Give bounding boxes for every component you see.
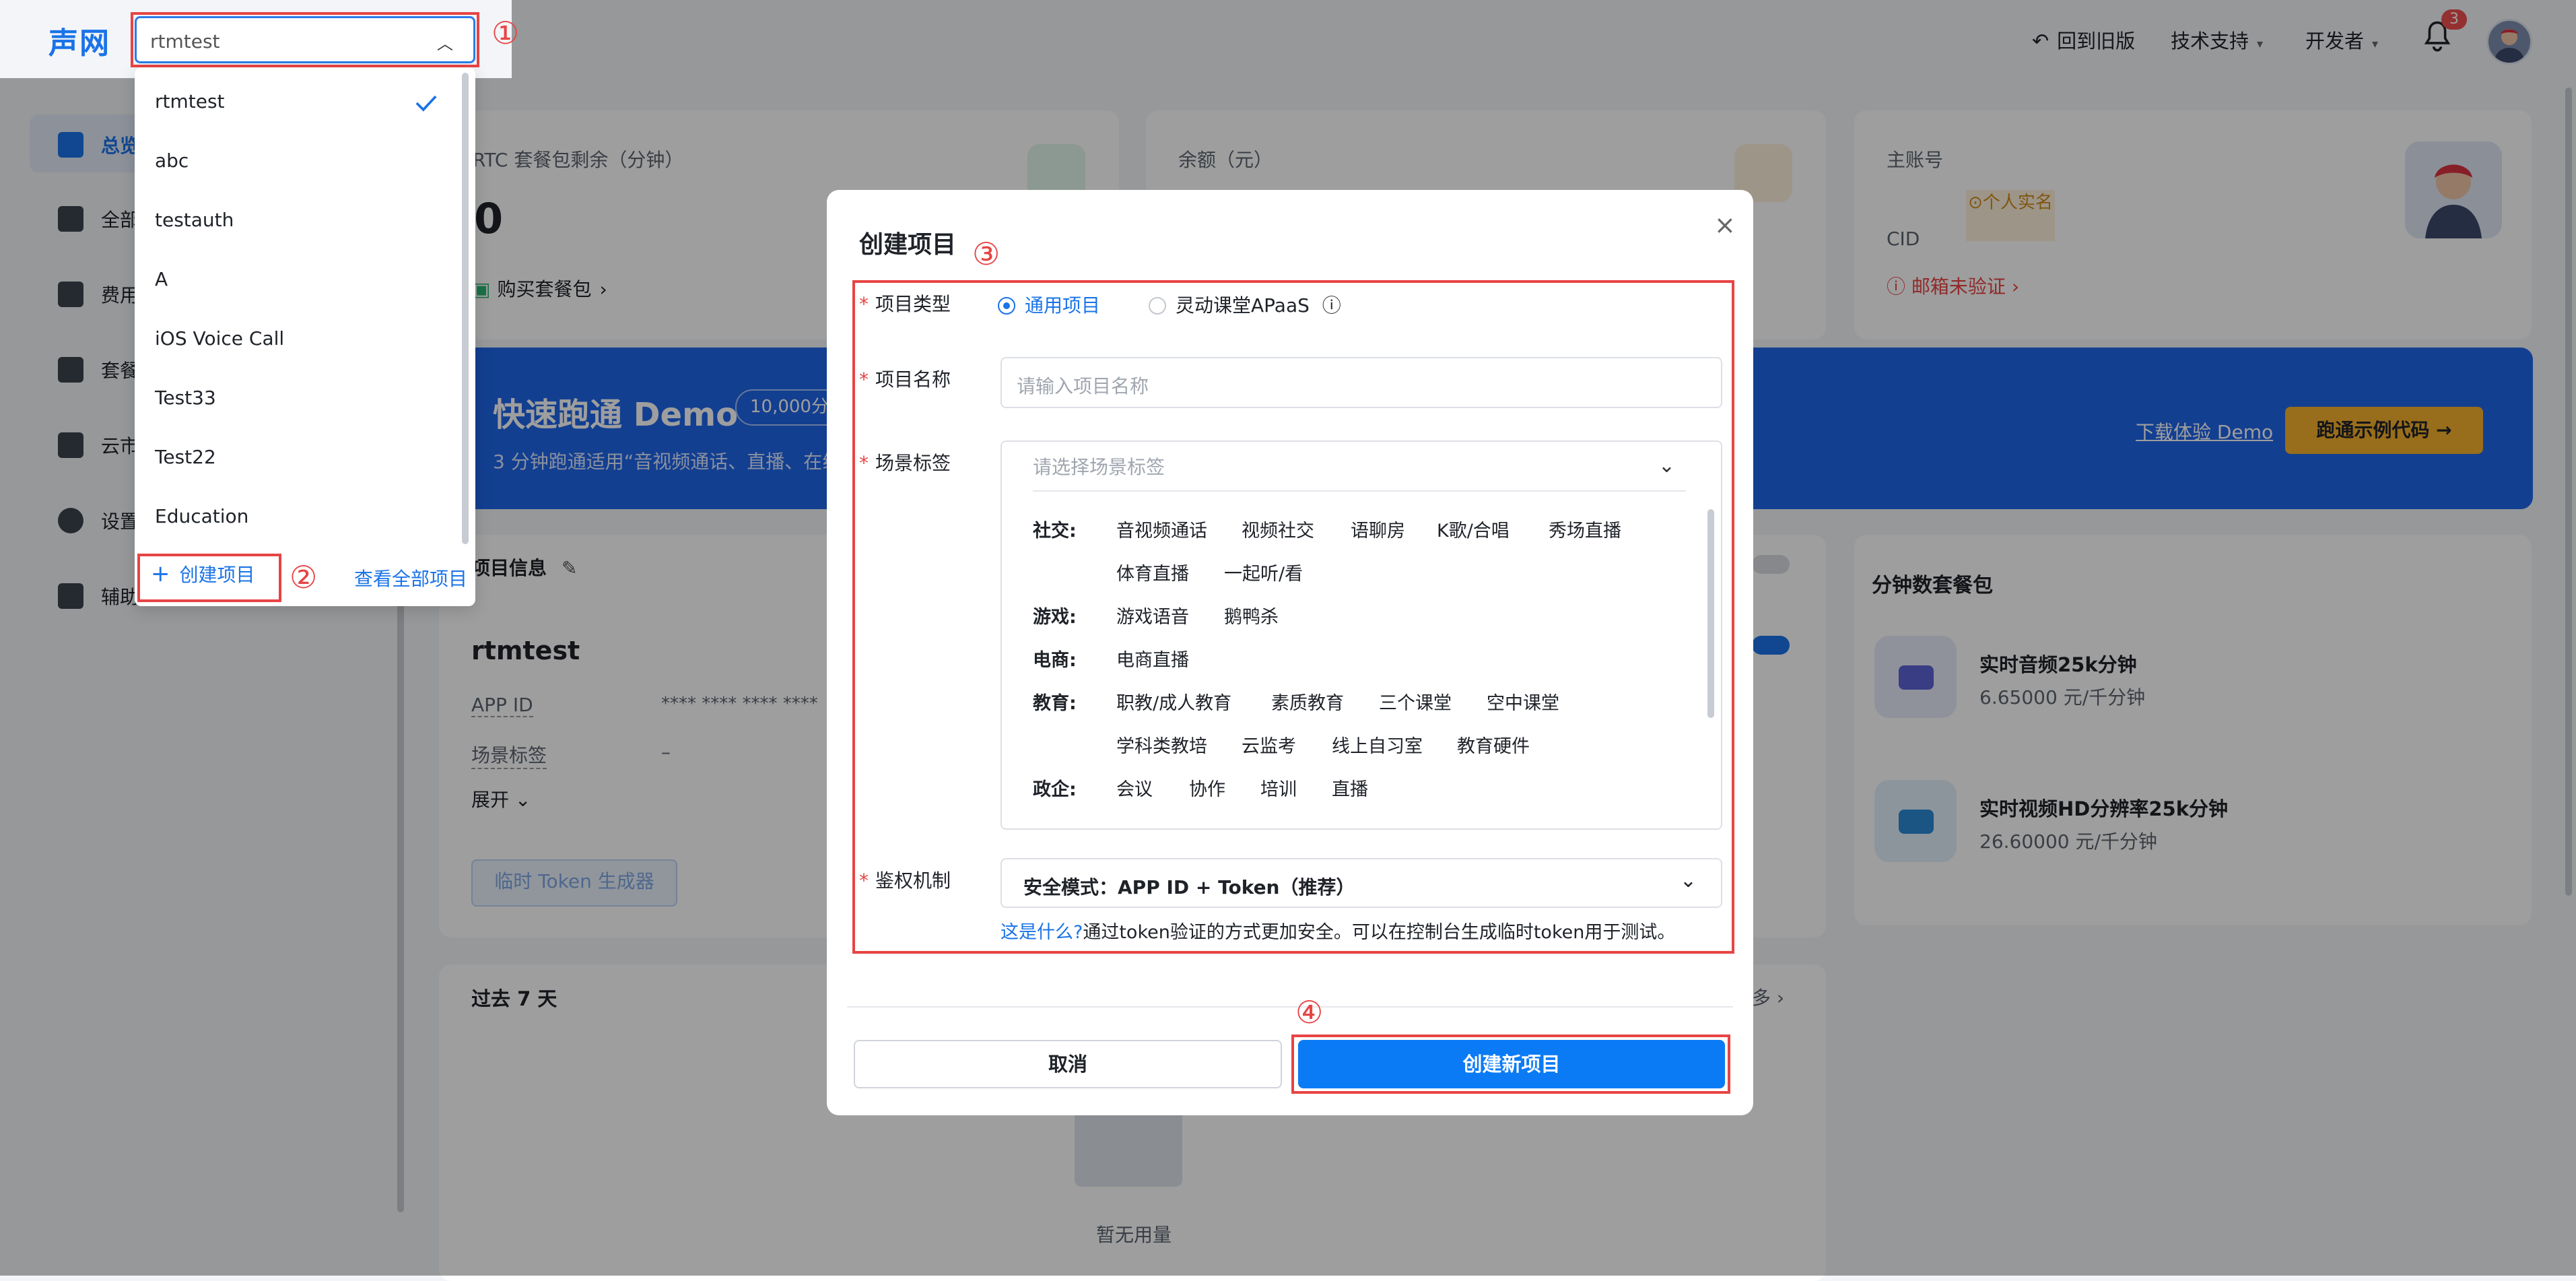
create-project-modal: 创建项目 ③ × * 项目类型 通用项目 灵动课堂APaaS ⓘ * 项目名称 请输… [827, 190, 1753, 1115]
scene-tag-input[interactable]: 请选择场景标签 ⌄ [1033, 453, 1686, 492]
dropdown-item[interactable]: Education [155, 505, 248, 527]
auth-help: 这是什么?通过token验证的方式更加安全。可以在控制台生成临时token用于测… [1001, 917, 1675, 944]
scene-tag[interactable]: 游戏语音 [1116, 602, 1189, 628]
radio-general-project[interactable]: 通用项目 [998, 291, 1100, 318]
auth-label: * 鉴权机制 [859, 869, 951, 892]
scene-tag[interactable]: 一起听/看 [1224, 559, 1303, 585]
tag-category: 电商: [1033, 650, 1077, 671]
tag-category: 社交: [1033, 521, 1077, 541]
view-all-projects-link[interactable]: 查看全部项目 [354, 564, 467, 591]
scene-tag[interactable]: 语聊房 [1351, 516, 1405, 542]
annotation-number-3: ③ [972, 236, 1001, 272]
scene-tag[interactable]: 教育硬件 [1457, 731, 1530, 758]
dropdown-item[interactable]: A [155, 268, 168, 290]
scene-tag[interactable]: 云监考 [1242, 731, 1296, 758]
checkmark-icon [415, 95, 437, 112]
scene-tag-select: 请选择场景标签 ⌄ 社交: 音视频通话 视频社交 语聊房 K歌/合唱 秀场直播 … [1001, 440, 1722, 830]
scene-tag[interactable]: K歌/合唱 [1437, 516, 1510, 542]
scene-tag[interactable]: 体育直播 [1116, 559, 1189, 585]
dropdown-item[interactable]: Test22 [155, 446, 216, 468]
project-dropdown: rtmtest abc testauth A iOS Voice Call Te… [135, 67, 475, 606]
radio-apaas[interactable]: 灵动课堂APaaS ⓘ [1149, 291, 1341, 318]
scene-tag[interactable]: 视频社交 [1242, 516, 1314, 542]
brand-logo[interactable]: 声网 [48, 19, 110, 62]
annotation-number-4: ④ [1295, 994, 1324, 1030]
chevron-down-icon: ⌄ [1679, 869, 1697, 892]
create-new-project-button[interactable]: 创建新项目 [1298, 1040, 1725, 1088]
radio-unchecked-icon [1149, 297, 1166, 315]
scene-tag[interactable]: 秀场直播 [1549, 516, 1621, 542]
auth-help-text: 通过token验证的方式更加安全。可以在控制台生成临时token用于测试。 [1083, 922, 1676, 943]
scene-tag[interactable]: 音视频通话 [1116, 516, 1207, 542]
tag-category: 游戏: [1033, 607, 1077, 628]
tag-category: 政企: [1033, 779, 1077, 800]
annotation-box-2 [137, 554, 281, 602]
scene-tag[interactable]: 会议 [1116, 775, 1153, 801]
scene-tag[interactable]: 素质教育 [1271, 688, 1344, 715]
footer-divider [847, 1006, 1733, 1008]
scene-tag[interactable]: 鹅鸭杀 [1224, 602, 1279, 628]
dropdown-item[interactable]: iOS Voice Call [155, 327, 284, 350]
dropdown-item[interactable]: abc [155, 150, 189, 172]
dropdown-item[interactable]: testauth [155, 209, 234, 231]
scene-tag[interactable]: 空中课堂 [1487, 688, 1559, 715]
scene-tag[interactable]: 线上自习室 [1332, 731, 1423, 758]
info-icon[interactable]: ⓘ [1322, 294, 1341, 317]
radio-checked-icon [998, 297, 1015, 315]
scene-tag[interactable]: 电商直播 [1116, 645, 1189, 671]
auth-mode-select[interactable]: 安全模式：APP ID + Token（推荐） ⌄ [1001, 858, 1722, 908]
scene-tag-label: * 场景标签 [859, 452, 951, 474]
scene-tag[interactable]: 职教/成人教育 [1116, 688, 1231, 715]
dropdown-item[interactable]: Test33 [155, 387, 216, 409]
annotation-number-2: ② [290, 559, 318, 595]
scene-tag[interactable]: 培训 [1260, 775, 1297, 801]
cancel-button[interactable]: 取消 [854, 1040, 1282, 1088]
tag-list-scrollbar[interactable] [1707, 509, 1714, 718]
scene-tag[interactable]: 学科类教培 [1116, 731, 1207, 758]
scene-tag[interactable]: 协作 [1189, 775, 1225, 801]
project-name-input[interactable]: 请输入项目名称 [1001, 357, 1722, 408]
project-name-label: * 项目名称 [859, 368, 951, 391]
project-type-label: * 项目类型 [859, 293, 951, 315]
dropdown-item[interactable]: rtmtest [155, 90, 225, 112]
chevron-down-icon: ⌄ [1658, 454, 1675, 478]
scene-tag[interactable]: 三个课堂 [1379, 688, 1452, 715]
scene-tag[interactable]: 直播 [1332, 775, 1368, 801]
close-icon[interactable]: × [1714, 210, 1736, 240]
dropdown-scrollbar[interactable] [462, 73, 469, 544]
annotation-box-1 [131, 12, 479, 67]
tag-category: 教育: [1033, 693, 1077, 714]
modal-title: 创建项目 [859, 231, 957, 259]
auth-help-link[interactable]: 这是什么? [1001, 922, 1083, 943]
annotation-number-1: ① [492, 15, 520, 51]
